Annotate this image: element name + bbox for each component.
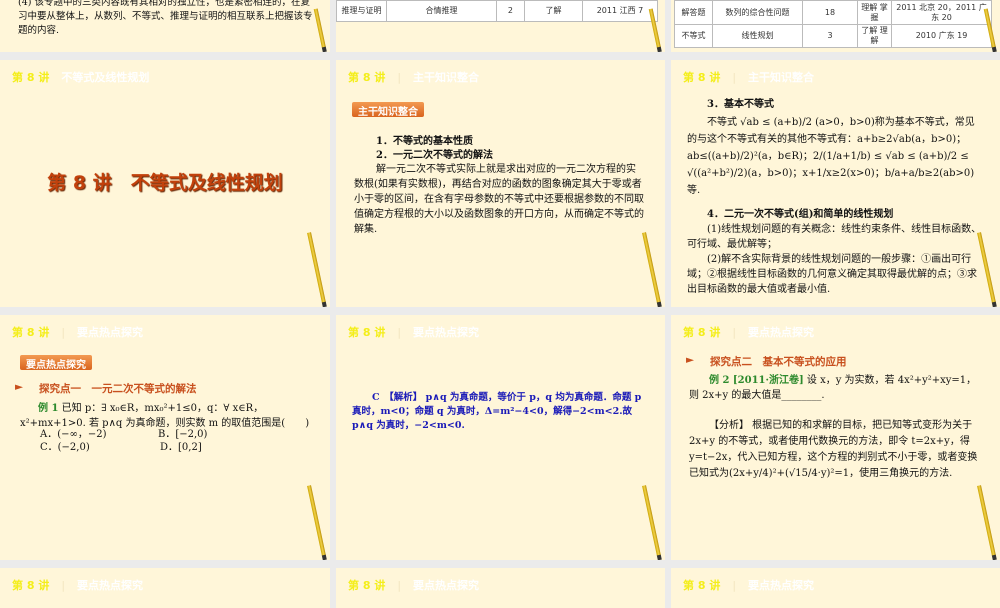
slide-header: 第 8 讲 | 主干知识整合 [348,69,479,85]
paragraph: (2)解不含实际背景的线性规划问题的一般步骤：①画出可行域；②根据线性目标函数的… [687,254,977,295]
analysis-text: 【分析】 根据已知的和求解的目标，把已知等式变形为关于 2x+y 的不等式，或者… [689,420,978,479]
header-topic: 要点热点探究 [413,326,480,339]
cell: 2011 江西 7 [582,0,658,22]
slide-header: 第 8 讲 | 要点热点探究 [348,577,479,593]
lecture-number: 第 8 讲 [348,579,386,592]
header-topic: 要点热点探究 [748,326,815,339]
pencil-decoration [642,232,661,304]
paragraph: 不等式 √ab ≤ (a+b)/2 (a>0，b>0)称为基本不等式，常见的与这… [687,117,975,196]
separator: | [397,579,402,592]
pencil-decoration [307,485,326,557]
separator: | [397,326,402,339]
example-label: 例 1 [38,403,59,414]
slide-thumbnail[interactable]: 第 8 讲 | 要点热点探究 [0,568,330,608]
cell: 不等式 [674,24,713,48]
slide-thumbnail[interactable]: 第 8 讲 | 要点热点探究 C 【解析】 p∧q 为真命题，等价于 p，q 均为真… [336,315,665,560]
cell: 2011 北京 20，2011 广东 20 [891,0,992,25]
lecture-number: 第 8 讲 [348,71,386,84]
slide-thumbnail[interactable]: 第 8 讲 | 要点热点探究 [336,568,665,608]
header-topic: 要点热点探究 [748,579,815,592]
header-topic: 主干知识整合 [413,71,480,84]
header-topic: 主干知识整合 [748,71,815,84]
slide-header: 第 8 讲 | 主干知识整合 [683,69,814,85]
heading: 2．一元二次不等式的解法 [376,150,493,161]
header-topic: 不等式及线性规划 [61,71,150,84]
slide-thumbnail[interactable]: 第 8 讲 | 要点热点探究 要点热点探究 ► 探究点一 一元二次不等式的解法 例 … [0,315,330,560]
slide-title: 第 8 讲 不等式及线性规划 [47,172,283,194]
slide-thumbnail[interactable]: 第 8 讲不等式及线性规划 第 8 讲 不等式及线性规划 [0,60,330,307]
separator: | [61,326,66,339]
cell: 理解 掌握 [857,0,892,25]
lecture-number: 第 8 讲 [683,326,721,339]
pencil-decoration [977,485,996,557]
section-tag: 主干知识整合 [352,102,424,118]
answer-text: C 【解析】 p∧q 为真命题，等价于 p，q 均为真命题．命题 p 真时，m<… [352,392,642,431]
example-label: 例 2 [2011·浙江卷] [709,375,804,386]
option-c: C．(−2,0) [40,442,90,453]
slide-header: 第 8 讲 | 要点热点探究 [12,577,143,593]
section-heading: 探究点二 基本不等式的应用 [710,356,847,368]
lecture-number: 第 8 讲 [12,71,50,84]
lecture-number: 第 8 讲 [683,579,721,592]
slide-text: (4) 该专题中的三类内容既有其相对的独立性，也是紧密相连的，在复习中要从整体上… [18,0,313,36]
slide-header: 第 8 讲 | 要点热点探究 [348,324,479,340]
heading: 3．基本不等式 [707,99,774,110]
cell: 线性规划 [712,24,803,48]
slide-header: 第 8 讲 | 要点热点探究 [683,324,814,340]
header-topic: 要点热点探究 [413,579,480,592]
slide-header: 第 8 讲 | 要点热点探究 [683,577,814,593]
cell: 数列的综合性问题 [712,0,803,25]
separator: | [732,71,737,84]
lecture-number: 第 8 讲 [12,326,50,339]
option-d: D．[0,2] [160,442,202,453]
separator: | [397,71,402,84]
header-topic: 要点热点探究 [77,326,144,339]
slide-thumbnail[interactable]: 第 8 讲 | 主干知识整合 3．基本不等式 不等式 √ab ≤ (a+b)/2 (… [671,60,1000,307]
cell: 2010 广东 19 [891,24,992,48]
heading: 1．不等式的基本性质 [376,136,473,147]
cell: 3 [802,24,858,48]
exam-table: 解答题 数列的综合性问题 18 理解 掌握 2011 北京 20，2011 广东 20 … [674,0,992,48]
slide-header: 第 8 讲不等式及线性规划 [12,69,149,85]
cell: 了解 [523,0,584,22]
cell: 合情推理 [386,0,497,22]
cell: 解答题 [674,0,713,25]
exam-table: 推理与证明 合情推理 2 了解 2011 江西 7 [336,0,658,22]
cell: 了解 理解 [857,24,892,48]
pencil-decoration [642,485,661,557]
lecture-number: 第 8 讲 [12,579,50,592]
lecture-number: 第 8 讲 [348,326,386,339]
question-text: 已知 p：∃ x₀∈R，mx₀²+1≤0，q：∀ x∈R，x²+mx+1>0. … [20,403,310,429]
cell: 推理与证明 [336,0,387,22]
lecture-number: 第 8 讲 [683,71,721,84]
slide-thumbnail[interactable]: 解答题 数列的综合性问题 18 理解 掌握 2011 北京 20，2011 广东 20 … [671,0,1000,52]
slide-thumbnail[interactable]: 第 8 讲 | 要点热点探究 ► 探究点二 基本不等式的应用 例 2 [2011·浙… [671,315,1000,560]
section-heading: 探究点一 一元二次不等式的解法 [39,383,197,395]
slide-thumbnail[interactable]: 第 8 讲 | 主干知识整合 主干知识整合 1．不等式的基本性质 2．一元二次不等式… [336,60,665,307]
section-tag: 要点热点探究 [20,355,92,371]
slide-thumbnail[interactable]: (4) 该专题中的三类内容既有其相对的独立性，也是紧密相连的，在复习中要从整体上… [0,0,330,52]
cell: 2 [496,0,525,22]
separator: | [61,579,66,592]
separator: | [732,326,737,339]
pencil-decoration [307,232,326,304]
slide-thumbnail[interactable]: 第 8 讲 | 要点热点探究 [671,568,1000,608]
paragraph: (1)线性规划问题的有关概念：线性约束条件、线性目标函数、可行域、最优解等； [687,224,982,250]
cell: 18 [802,0,858,25]
heading: 4．二元一次不等式(组)和简单的线性规划 [707,209,894,220]
slide-thumbnail[interactable]: 推理与证明 合情推理 2 了解 2011 江西 7 [336,0,665,52]
section-arrow-icon: ► [15,381,24,393]
header-topic: 要点热点探究 [77,579,144,592]
slide-header: 第 8 讲 | 要点热点探究 [12,324,143,340]
separator: | [732,579,737,592]
paragraph: 解一元二次不等式实际上就是求出对应的一元二次方程的实数根(如果有实数根)，再结合… [354,164,644,235]
section-arrow-icon: ► [686,354,695,366]
